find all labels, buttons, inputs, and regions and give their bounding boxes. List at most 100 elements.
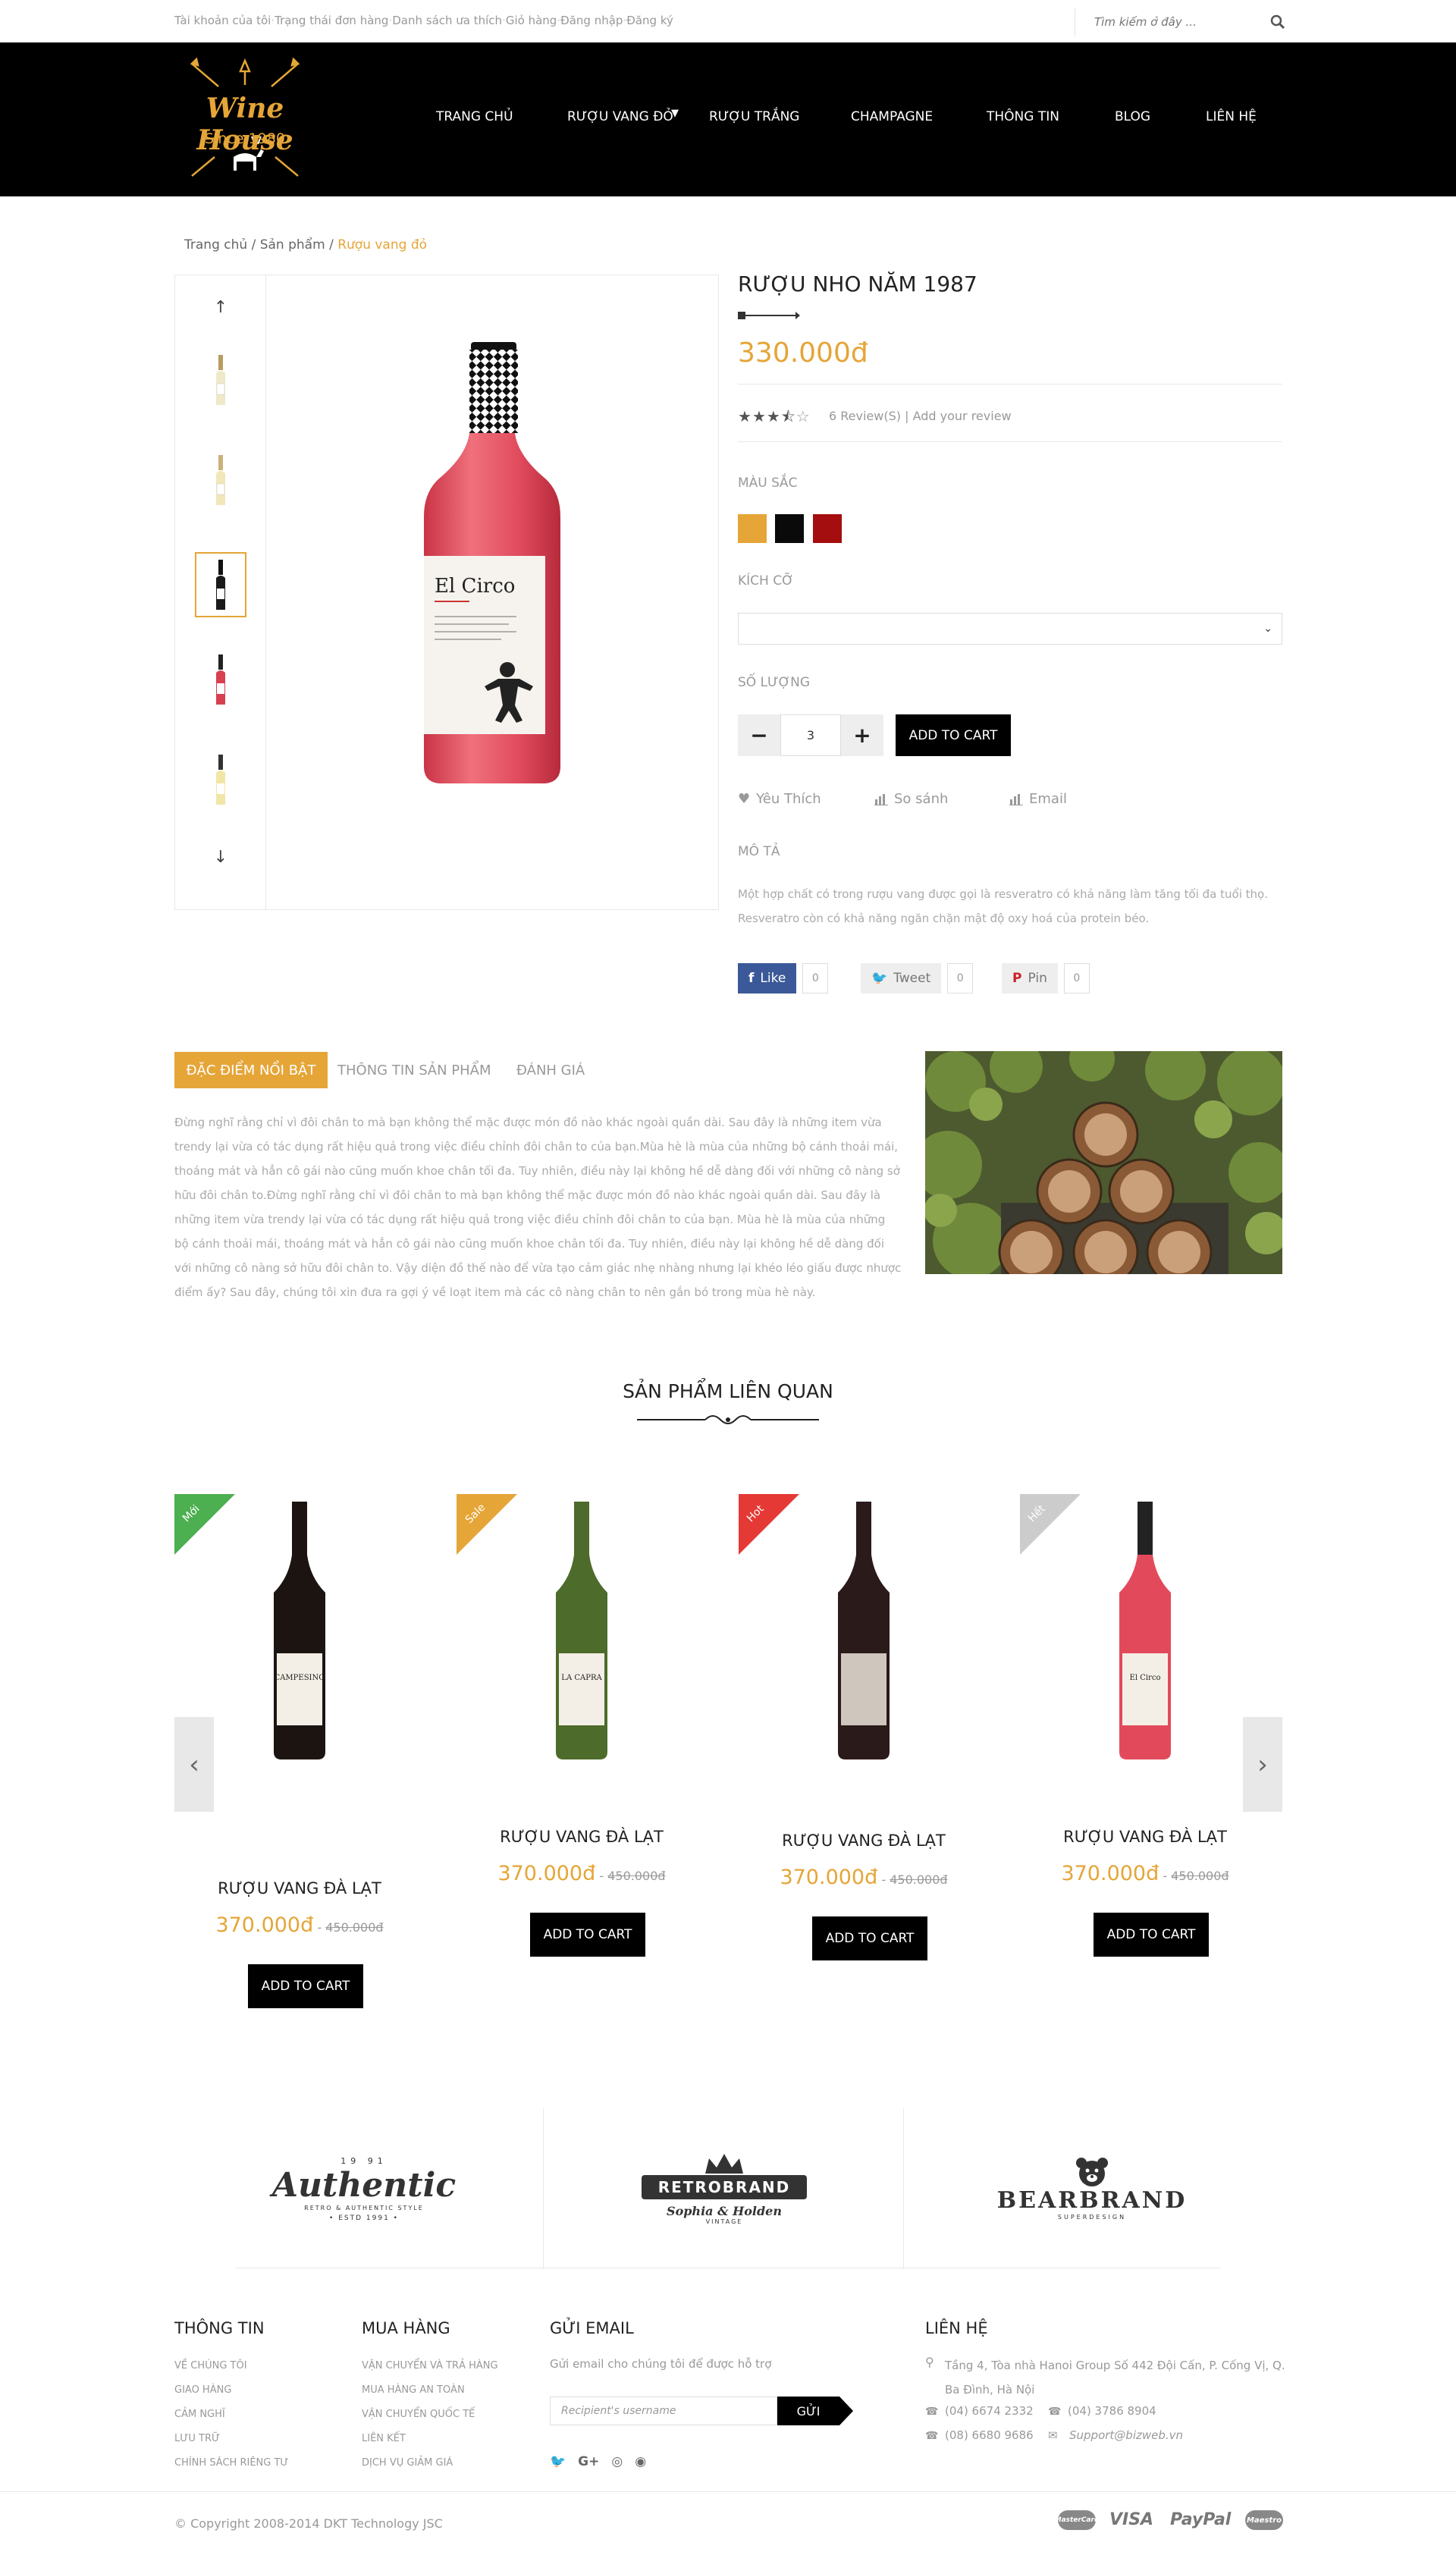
product-bottle-image — [838, 1502, 890, 1759]
add-review-link[interactable]: Add your review — [913, 409, 1012, 423]
like-count: 0 — [802, 963, 829, 993]
footer-email-text: Gửi email cho chúng tôi để được hỗ trợ — [550, 2357, 772, 2371]
footer-link[interactable]: DỊCH VỤ GIẢM GIÁ — [362, 2457, 453, 2469]
product-price: 370.000đ — [780, 1866, 878, 1889]
add-to-cart-button[interactable]: ADD TO CART — [248, 1964, 363, 2008]
footer-link[interactable]: VỀ CHÚNG TÔI — [174, 2360, 247, 2372]
footer-link[interactable]: GIAO HÀNG — [174, 2384, 231, 2396]
tab-reviews[interactable]: ĐÁNH GIÁ — [516, 1063, 585, 1078]
google-plus-icon[interactable]: G+ — [578, 2454, 599, 2469]
phone-icon: ☎ — [925, 2430, 939, 2442]
thumbnail[interactable] — [195, 747, 246, 812]
breadcrumb-separator: / — [251, 237, 256, 253]
cart-link[interactable]: Giỏ hàng — [506, 14, 557, 27]
quantity-input[interactable]: 3 — [780, 714, 841, 756]
my-account-link[interactable]: Tài khoản của tôi — [174, 14, 271, 27]
pin-button[interactable]: P Pin — [1002, 963, 1058, 993]
register-link[interactable]: Đăng ký — [626, 14, 673, 27]
bottle-label: El Circo — [1130, 1674, 1161, 1682]
thumbnail[interactable] — [195, 447, 246, 513]
quantity-minus-button[interactable]: − — [738, 714, 780, 756]
tab-content: Đừng nghĩ rằng chỉ vì đôi chân to mà bạn… — [174, 1116, 902, 1299]
arrow-down-icon[interactable]: ↓ — [210, 848, 231, 869]
thumbnail[interactable] — [195, 347, 246, 413]
review-info: 6 Review(S) | Add your review — [829, 409, 1012, 423]
product-old-price: 450.000đ — [607, 1869, 666, 1883]
footer-link[interactable]: CHÍNH SÁCH RIÊNG TƯ — [174, 2457, 289, 2469]
nav-champagne[interactable]: CHAMPAGNE — [851, 109, 933, 124]
product-name[interactable]: RƯỢU VANG ĐÀ LẠT — [457, 1828, 707, 1846]
thumbnail[interactable] — [195, 647, 246, 712]
product-name[interactable]: RƯỢU VANG ĐÀ LẠT — [174, 1879, 425, 1898]
nav-blog[interactable]: BLOG — [1115, 109, 1150, 124]
quantity-plus-button[interactable]: + — [841, 714, 883, 756]
product-price: 370.000đ — [1061, 1862, 1159, 1885]
footer-support-email[interactable]: Support@bizweb.vn — [1069, 2428, 1183, 2442]
breadcrumb-separator: / — [329, 237, 334, 253]
twitter-icon[interactable]: 🐦 — [550, 2454, 566, 2469]
breadcrumb-home[interactable]: Trang chủ — [184, 237, 247, 253]
tab-product-info[interactable]: THÔNG TIN SẢN PHẨM — [337, 1063, 491, 1078]
nav-info[interactable]: THÔNG TIN — [987, 109, 1059, 124]
product-badge: Sale — [457, 1494, 517, 1555]
add-to-cart-button[interactable]: ADD TO CART — [530, 1913, 645, 1957]
newsletter-email-input[interactable]: Recipient's username — [550, 2397, 777, 2425]
product-old-price: 450.000đ — [890, 1872, 948, 1887]
search-input[interactable] — [1075, 8, 1242, 36]
carousel-next-button[interactable]: › — [1243, 1717, 1282, 1812]
nav-white-wine[interactable]: RƯỢU TRẮNG — [709, 109, 799, 124]
product-gallery: ↑ ↓ El Circo — [174, 275, 719, 910]
brand-bearbrand-name: BEARBRAND — [996, 2187, 1188, 2214]
breadcrumb-products[interactable]: Sản phẩm — [260, 237, 325, 253]
wishlist-label: Yêu Thích — [756, 791, 821, 807]
wishlist-action[interactable]: ♥ Yêu Thích — [738, 791, 821, 807]
nav-red-wine[interactable]: RƯỢU VANG ĐỎ — [567, 109, 673, 124]
color-swatch-black[interactable] — [775, 514, 804, 543]
color-swatch-red[interactable] — [813, 514, 842, 543]
footer-link[interactable]: LƯU TRỮ — [174, 2433, 220, 2444]
add-to-cart-button[interactable]: ADD TO CART — [896, 714, 1011, 756]
carousel-prev-button[interactable]: ‹ — [174, 1717, 214, 1812]
footer-link[interactable]: LIÊN KẾT — [362, 2433, 406, 2444]
chevron-right-icon: › — [1257, 1749, 1268, 1780]
footer-link[interactable]: VẬN CHUYỂN QUỐC TẾ — [362, 2409, 475, 2420]
search-icon[interactable] — [1270, 14, 1285, 30]
thumbnail-active[interactable] — [195, 552, 246, 617]
nav-home[interactable]: TRANG CHỦ — [436, 109, 513, 124]
site-logo[interactable]: Wine House Since 1980 — [173, 55, 317, 185]
dribbble-icon[interactable]: ◎ — [611, 2454, 623, 2469]
product-name[interactable]: RƯỢU VANG ĐÀ LẠT — [739, 1832, 989, 1850]
send-email-button[interactable]: GỬI — [777, 2397, 853, 2425]
facebook-like-button[interactable]: f Like — [738, 963, 797, 993]
reviews-count-link[interactable]: 6 Review(S) — [829, 409, 901, 423]
mastercard-icon: MasterCard — [1055, 2510, 1099, 2530]
order-status-link[interactable]: Trạng thái đơn hàng — [275, 14, 388, 27]
wine-barrels-image — [914, 1036, 1289, 1285]
wishlist-link[interactable]: Danh sách ưa thích — [392, 14, 502, 27]
product-price: 370.000đ — [497, 1862, 596, 1885]
brand-retrobrand[interactable]: RETROBRAND Sophia & Holden VINTAGE — [607, 2108, 842, 2269]
email-action[interactable]: Email — [1009, 791, 1067, 807]
nav-contact[interactable]: LIÊN HỆ — [1206, 109, 1257, 124]
paypal-icon: PayPal — [1170, 2510, 1232, 2529]
product-name[interactable]: RƯỢU VANG ĐÀ LẠT — [1020, 1828, 1270, 1846]
rss-icon[interactable]: ◉ — [635, 2454, 646, 2469]
footer-link[interactable]: VẬN CHUYỂN VÀ TRẢ HÀNG — [362, 2360, 498, 2372]
footer-link[interactable]: MUA HÀNG AN TOÀN — [362, 2384, 465, 2396]
pinterest-pin: P Pin 0 — [1002, 963, 1090, 993]
add-to-cart-button[interactable]: ADD TO CART — [812, 1916, 927, 1960]
chevron-down-icon[interactable]: ▼ — [671, 108, 679, 119]
page: Tài khoản của tôi · Trạng thái đơn hàng · … — [0, 0, 1456, 2552]
brand-authentic[interactable]: 19 91 Authentic RETRO & AUTHENTIC STYLE … — [243, 2108, 485, 2269]
add-to-cart-button[interactable]: ADD TO CART — [1094, 1913, 1209, 1957]
tweet-button[interactable]: 🐦 Tweet — [861, 963, 942, 993]
login-link[interactable]: Đăng nhập — [560, 14, 623, 27]
compare-action[interactable]: So sánh — [874, 791, 948, 807]
color-swatch-gold[interactable] — [738, 514, 767, 543]
size-select[interactable]: ⌄ — [738, 613, 1282, 645]
arrow-up-icon[interactable]: ↑ — [210, 298, 231, 319]
tab-features[interactable]: ĐẶC ĐIỂM NỔI BẬT — [174, 1052, 328, 1088]
brand-bearbrand[interactable]: BEARBRAND SUPERDESIGN — [956, 2108, 1228, 2269]
arrow-ornament-icon — [738, 312, 800, 319]
footer-link[interactable]: CẢM NGHĨ — [174, 2409, 225, 2420]
